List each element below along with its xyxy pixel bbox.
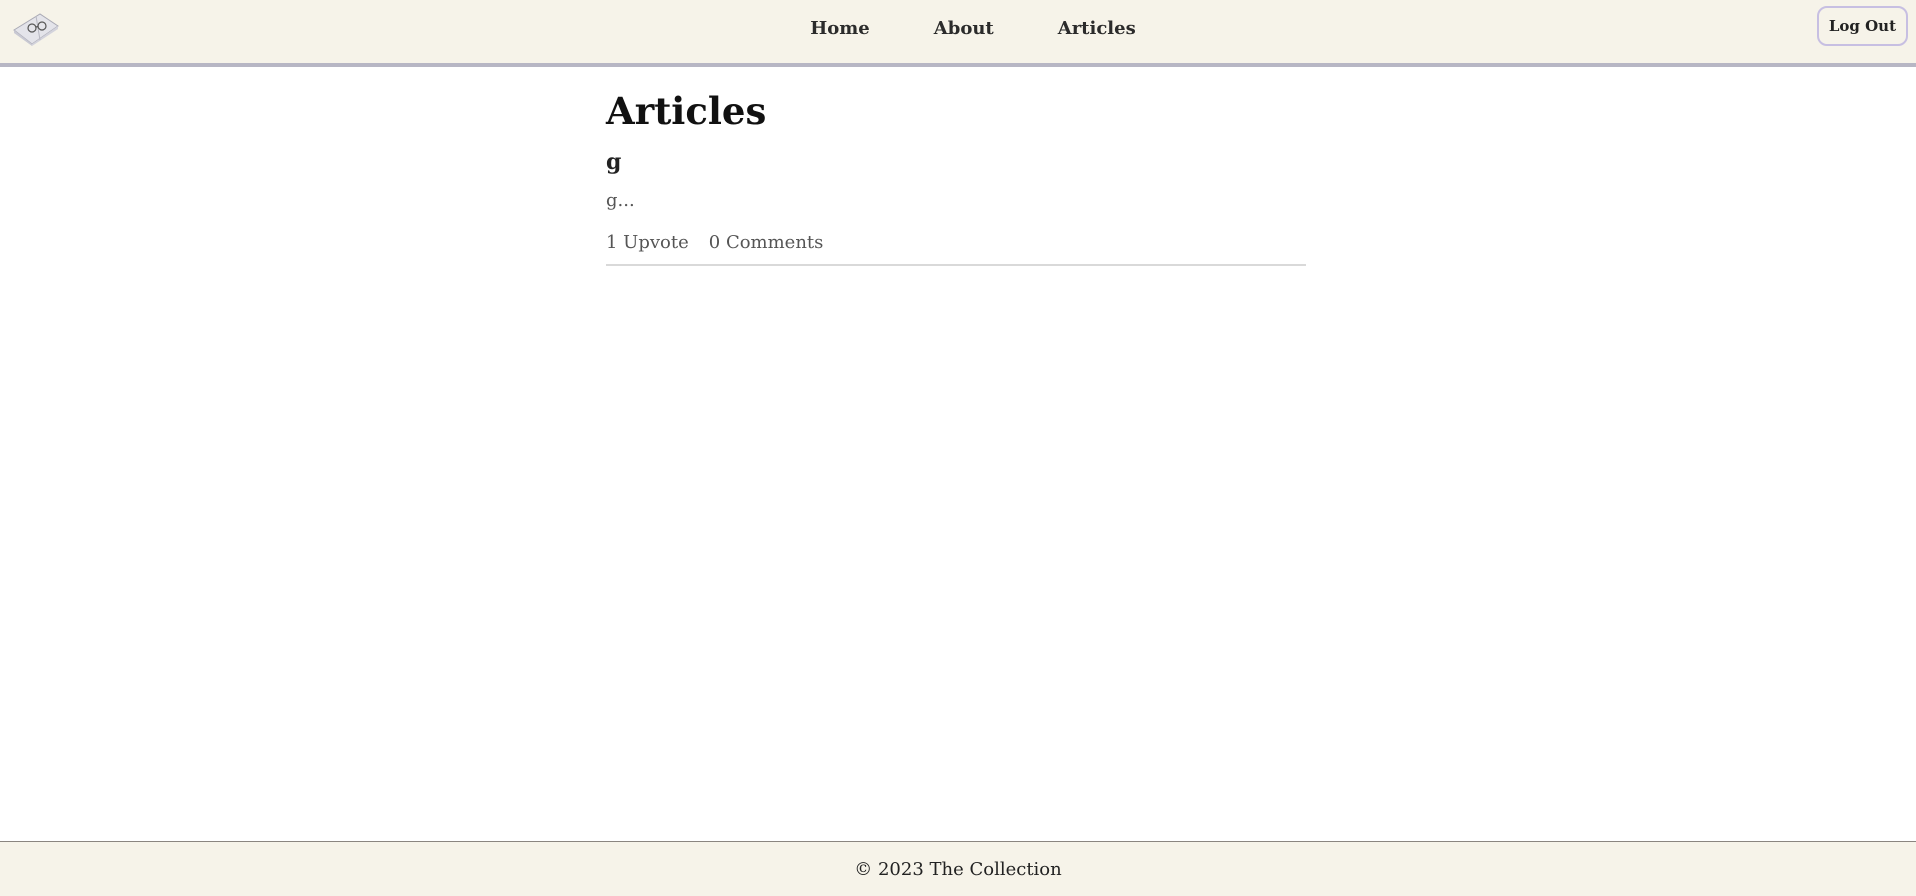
upvote-count[interactable]: 1 Upvote xyxy=(606,232,689,254)
site-footer: © 2023 The Collection xyxy=(0,841,1916,896)
nav-home-link[interactable]: Home xyxy=(810,18,870,39)
article-title[interactable]: g xyxy=(606,148,1306,176)
logout-button[interactable]: Log Out xyxy=(1816,6,1908,46)
comment-count[interactable]: 0 Comments xyxy=(709,232,824,254)
article-meta: 1 Upvote 0 Comments xyxy=(606,232,1306,254)
nav-articles-link[interactable]: Articles xyxy=(1058,18,1136,39)
page-title: Articles xyxy=(606,89,767,133)
footer-copyright: © 2023 The Collection xyxy=(854,859,1062,880)
article-excerpt: g... xyxy=(606,190,635,211)
main-nav: Home About Articles xyxy=(0,0,1916,56)
article-list-item: g g... 1 Upvote 0 Comments xyxy=(606,148,1306,266)
page: Home About Articles Log Out Articles g g… xyxy=(0,0,1916,896)
main-content: Articles g g... 1 Upvote 0 Comments xyxy=(606,88,1306,266)
open-book-icon[interactable] xyxy=(10,6,62,46)
nav-about-link[interactable]: About xyxy=(934,18,994,39)
site-header: Home About Articles Log Out xyxy=(0,0,1916,67)
